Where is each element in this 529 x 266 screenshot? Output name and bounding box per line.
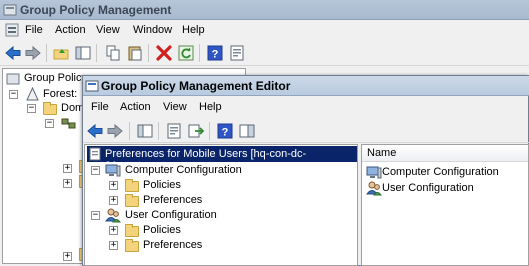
toolbar-separator [96,44,97,62]
export-icon[interactable] [187,122,205,140]
help-icon[interactable]: ? [216,122,234,140]
forest-icon [26,87,39,101]
gpm-menu-file[interactable]: File [25,24,43,36]
domain-icon [61,118,76,129]
editor-console-tree: Preferences for Mobile Users [hq-con-dc-… [84,144,358,266]
tree-item-gpo-root-selected[interactable]: Preferences for Mobile Users [hq-con-dc-… [87,146,357,172]
collapse-expander[interactable]: − [91,211,100,220]
editor-menu-help[interactable]: Help [199,101,222,113]
console-tree-icon[interactable] [238,122,256,140]
copy-icon[interactable] [104,44,122,62]
gpm-system-menu-icon[interactable] [5,23,19,37]
tree-item-label: User Configuration [125,209,217,221]
expand-expander[interactable]: + [109,226,118,235]
gpm-menu-bar: File Action View Window Help [0,21,529,40]
editor-menu-bar: File Action View Help [83,98,529,117]
console-tree-icon[interactable] [74,44,92,62]
back-arrow-icon[interactable] [4,44,22,62]
tree-item-label: Preferences [143,239,203,251]
expand-expander[interactable]: + [109,241,118,250]
forward-arrow-icon[interactable] [24,44,42,62]
editor-title: Group Policy Management Editor [101,79,291,93]
editor-menu-view[interactable]: View [163,101,187,113]
computer-icon [105,164,121,177]
tree-item-label: Forest: [43,88,78,100]
toolbar-separator [148,44,149,62]
tree-item-label: Preferences [143,194,203,206]
expand-expander[interactable]: + [63,164,72,173]
folder-icon [125,194,139,207]
collapse-expander[interactable]: − [45,119,54,128]
list-item-label: Computer Configuration [382,166,499,178]
gpm-menu-window[interactable]: Window [133,24,172,36]
folder-icon [125,224,139,237]
collapse-expander[interactable]: − [9,90,18,99]
svg-text:?: ? [222,127,229,139]
folder-up-icon[interactable] [52,44,70,62]
collapse-expander[interactable]: − [91,166,100,175]
editor-toolbar: ? [83,119,529,143]
folder-icon [125,179,139,192]
back-arrow-icon[interactable] [86,122,104,140]
gpm-menu-help[interactable]: Help [182,24,205,36]
gpm-menu-view[interactable]: View [96,24,120,36]
gpm-title: Group Policy Management [20,3,172,17]
gpm-app-icon [3,4,17,16]
editor-title-bar: Group Policy Management Editor [83,76,529,96]
toolbar-separator [46,44,47,62]
expand-expander[interactable]: + [63,179,72,188]
properties-icon[interactable] [228,44,246,62]
svg-text:?: ? [212,49,219,61]
toolbar-separator [199,44,200,62]
tree-item-label: Group Policy [24,72,87,84]
toolbar-separator [209,122,210,140]
computer-icon [366,166,382,179]
gpm-root-icon [6,73,20,85]
collapse-expander[interactable]: − [27,104,36,113]
column-header-name[interactable]: Name [362,145,528,162]
editor-menu-file[interactable]: File [91,101,109,113]
console-tree-icon[interactable] [136,122,154,140]
expand-expander[interactable]: + [63,252,72,261]
refresh-icon[interactable] [177,44,195,62]
gpm-toolbar: ? [0,40,529,66]
tree-item-label: Policies [143,224,181,236]
toolbar-separator [129,122,130,140]
paste-icon[interactable] [126,44,144,62]
gpo-scroll-icon [89,147,101,161]
expand-expander[interactable]: + [109,181,118,190]
expand-expander[interactable]: + [109,196,118,205]
delete-icon[interactable] [155,44,173,62]
gpm-menu-action[interactable]: Action [55,24,86,36]
help-icon[interactable]: ? [206,44,224,62]
gpm-editor-window: Group Policy Management Editor File Acti… [82,75,529,266]
list-item-label: User Configuration [382,182,474,194]
forward-arrow-icon[interactable] [106,122,124,140]
folder-icon [43,102,57,115]
properties-icon[interactable] [165,122,183,140]
tree-item-label: Policies [143,179,181,191]
tree-item-label: Computer Configuration [125,164,242,176]
folder-icon [125,239,139,252]
gpm-title-bar: Group Policy Management [0,0,529,20]
users-icon [366,181,382,196]
editor-menu-action[interactable]: Action [120,101,151,113]
editor-results-pane: Name Computer Configuration User Configu… [361,144,529,266]
tree-item-label: Dom [61,102,85,114]
editor-app-icon [85,80,99,92]
toolbar-separator [158,122,159,140]
users-icon [105,208,121,223]
